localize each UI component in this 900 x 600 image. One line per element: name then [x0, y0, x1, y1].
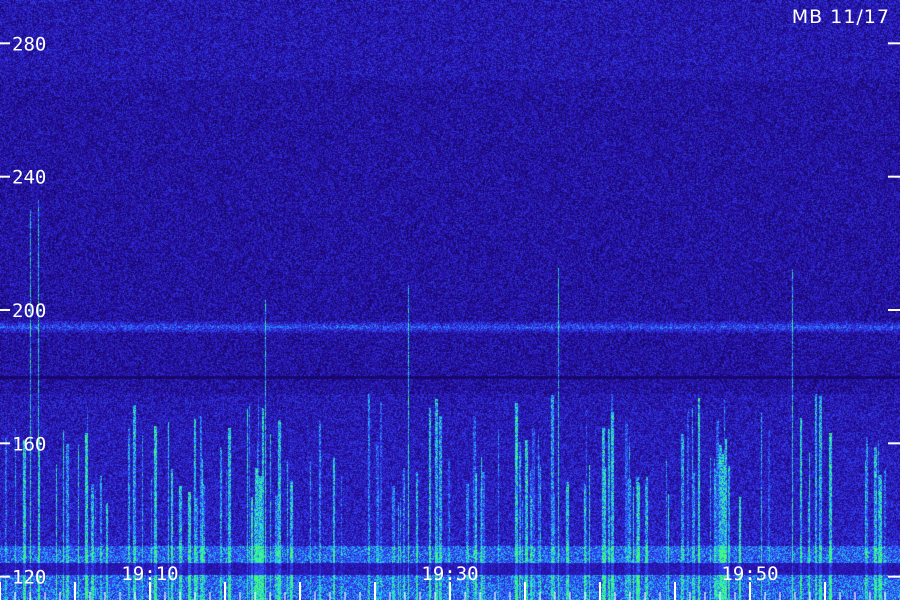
- y-tick-label-160: 160: [12, 433, 46, 455]
- y-axis-left: 120 160 200 240 280: [0, 33, 46, 589]
- y-axis-right: [888, 42, 900, 578]
- x-axis: 19:10 19:30 19:50: [0, 563, 886, 600]
- y-tick-label-240: 240: [12, 167, 46, 189]
- station-label: MB 11/17: [791, 6, 890, 28]
- y-tick-label-280: 280: [12, 33, 46, 55]
- x-tick-label-1930: 19:30: [421, 563, 478, 585]
- y-tick-label-120: 120: [12, 567, 46, 589]
- spectrogram-axes: 120 160 200 240 280 19:10 19:30 19:50: [0, 33, 900, 600]
- x-tick-label-1950: 19:50: [721, 563, 778, 585]
- y-tick-label-200: 200: [12, 300, 46, 322]
- x-tick-label-1910: 19:10: [121, 563, 178, 585]
